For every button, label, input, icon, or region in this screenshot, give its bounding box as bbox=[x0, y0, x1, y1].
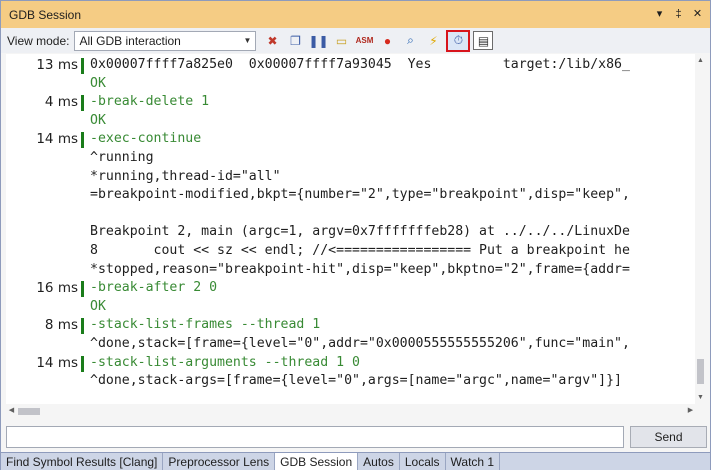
command-marker bbox=[81, 95, 84, 112]
breakpoint-icon[interactable]: ● bbox=[377, 31, 397, 51]
horizontal-scrollbar[interactable]: ◀ ▶ bbox=[6, 404, 696, 418]
scroll-up-icon[interactable]: ▲ bbox=[696, 56, 705, 65]
pause-icon[interactable]: ❚❚ bbox=[308, 31, 328, 51]
log-command-text: OK bbox=[90, 298, 106, 314]
copy-icon[interactable]: ❐ bbox=[285, 31, 305, 51]
stopwatch-icon[interactable]: ⏱ bbox=[446, 29, 471, 52]
command-marker bbox=[81, 58, 84, 74]
title-bar: GDB Session ▾ ‡ ✕ bbox=[1, 1, 710, 28]
vertical-scrollbar[interactable]: ▲ ▼ bbox=[695, 54, 706, 404]
view-mode-select[interactable]: All GDB interaction ▼ bbox=[74, 30, 257, 51]
log-command-text: -stack-list-frames --thread 1 bbox=[90, 317, 321, 333]
window-icon[interactable]: ▤ bbox=[473, 31, 494, 50]
log-line: OK bbox=[6, 299, 686, 317]
log-line: ^done,stack=[frame={level="0",addr="0x00… bbox=[6, 336, 686, 354]
log-output-text: *running,thread-id="all" bbox=[90, 168, 281, 184]
log-output-text: =breakpoint-modified,bkpt={number="2",ty… bbox=[90, 187, 630, 203]
log-line: 14 ms -stack-list-arguments --thread 1 0 bbox=[6, 355, 686, 373]
bottom-tab-bar: Find Symbol Results [Clang] Preprocessor … bbox=[1, 452, 710, 470]
log-output-text: Breakpoint 2, main (argc=1, argv=0x7ffff… bbox=[90, 224, 630, 240]
log-command-text: -exec-continue bbox=[90, 131, 202, 147]
log-output-text: 0x00007ffff7a825e0 0x00007ffff7a93045 Ye… bbox=[90, 57, 630, 72]
log-line: 8 ms -stack-list-frames --thread 1 bbox=[6, 317, 686, 335]
tab-gdb-session[interactable]: GDB Session bbox=[275, 453, 359, 470]
log-output-text: ^done,stack=[frame={level="0",addr="0x00… bbox=[90, 336, 630, 351]
log-line: OK bbox=[6, 76, 686, 94]
lightning-icon[interactable]: ⚡ bbox=[423, 31, 443, 51]
log-timestamp: 14 ms bbox=[36, 354, 78, 371]
horizontal-scroll-thumb[interactable] bbox=[18, 408, 40, 415]
log-line: ^running bbox=[6, 150, 686, 168]
view-mode-value: All GDB interaction bbox=[79, 33, 181, 48]
gdb-command-input[interactable] bbox=[6, 426, 624, 448]
log-output-text: ^running bbox=[90, 150, 154, 165]
command-row: Send bbox=[6, 426, 707, 450]
folder-icon[interactable]: ▭ bbox=[331, 31, 351, 51]
window-dropdown-icon[interactable]: ▾ bbox=[653, 7, 666, 21]
log-line: *stopped,reason="breakpoint-hit",disp="k… bbox=[6, 262, 686, 280]
close-icon[interactable]: ✕ bbox=[691, 7, 704, 21]
log-command-text: OK bbox=[90, 75, 106, 91]
clear-all-icon[interactable]: ✖ bbox=[262, 31, 282, 51]
log-timestamp: 13 ms bbox=[36, 57, 78, 73]
log-output-text: 8 cout << sz << endl; //<===============… bbox=[90, 243, 630, 258]
command-marker bbox=[81, 281, 84, 298]
log-line: 13 ms 0x00007ffff7a825e0 0x00007ffff7a930… bbox=[6, 57, 686, 75]
log-command-text: -break-after 2 0 bbox=[90, 280, 218, 296]
gdb-session-window: GDB Session ▾ ‡ ✕ View mode: All GDB int… bbox=[0, 0, 711, 470]
command-marker bbox=[81, 318, 84, 335]
search-icon[interactable]: ⌕ bbox=[400, 31, 420, 51]
asm-icon[interactable]: ASM bbox=[354, 31, 374, 51]
log-line: 8 cout << sz << endl; //<===============… bbox=[6, 243, 686, 261]
log-line: ^done,stack-args=[frame={level="0",args=… bbox=[6, 373, 686, 391]
tab-preprocessor-lens[interactable]: Preprocessor Lens bbox=[163, 453, 276, 470]
log-line: 14 ms -exec-continue bbox=[6, 131, 686, 149]
log-line: 4 ms -break-delete 1 bbox=[6, 94, 686, 112]
scroll-left-icon[interactable]: ◀ bbox=[7, 406, 16, 416]
command-marker bbox=[81, 355, 84, 372]
tab-watch-1[interactable]: Watch 1 bbox=[446, 453, 501, 470]
log-output-text: ^done,stack-args=[frame={level="0",args=… bbox=[90, 373, 622, 389]
log-command-text: -break-delete 1 bbox=[90, 94, 210, 110]
vertical-scroll-thumb[interactable] bbox=[697, 359, 704, 384]
toolbar: View mode: All GDB interaction ▼ ✖ ❐ ❚❚ ▭ AS… bbox=[1, 28, 710, 53]
log-line: OK bbox=[6, 113, 686, 131]
log-timestamp: 4 ms bbox=[44, 94, 78, 111]
log-line: =breakpoint-modified,bkpt={number="2",ty… bbox=[6, 187, 686, 205]
tab-locals[interactable]: Locals bbox=[400, 453, 446, 470]
log-timestamp: 8 ms bbox=[44, 317, 78, 334]
send-button[interactable]: Send bbox=[630, 426, 707, 448]
log-line: 16 ms -break-after 2 0 bbox=[6, 280, 686, 298]
command-marker bbox=[81, 132, 84, 149]
chevron-down-icon[interactable]: ▼ bbox=[241, 34, 253, 48]
window-title: GDB Session bbox=[9, 7, 82, 22]
toolbar-tools: ✖ ❐ ❚❚ ▭ ASM ● ⌕ ⚡ ⏱ ▤ bbox=[262, 29, 494, 52]
log-line: *running,thread-id="all" bbox=[6, 169, 686, 187]
log-timestamp: 16 ms bbox=[36, 280, 78, 297]
pin-icon[interactable]: ‡ bbox=[672, 7, 685, 21]
scroll-right-icon[interactable]: ▶ bbox=[686, 406, 695, 416]
view-mode-label: View mode: bbox=[7, 33, 70, 48]
log-line: Breakpoint 2, main (argc=1, argv=0x7ffff… bbox=[6, 224, 686, 242]
log-command-text: -stack-list-arguments --thread 1 0 bbox=[90, 354, 360, 370]
scroll-down-icon[interactable]: ▼ bbox=[696, 393, 705, 402]
log-output-text: *stopped,reason="breakpoint-hit",disp="k… bbox=[90, 261, 630, 277]
log-command-text: OK bbox=[90, 112, 106, 128]
tab-autos[interactable]: Autos bbox=[358, 453, 400, 470]
tab-find-symbol-results-clang[interactable]: Find Symbol Results [Clang] bbox=[1, 453, 164, 470]
log-timestamp: 14 ms bbox=[36, 131, 78, 148]
gdb-log-output[interactable]: 13 ms 0x00007ffff7a825e0 0x00007ffff7a930… bbox=[6, 54, 706, 404]
